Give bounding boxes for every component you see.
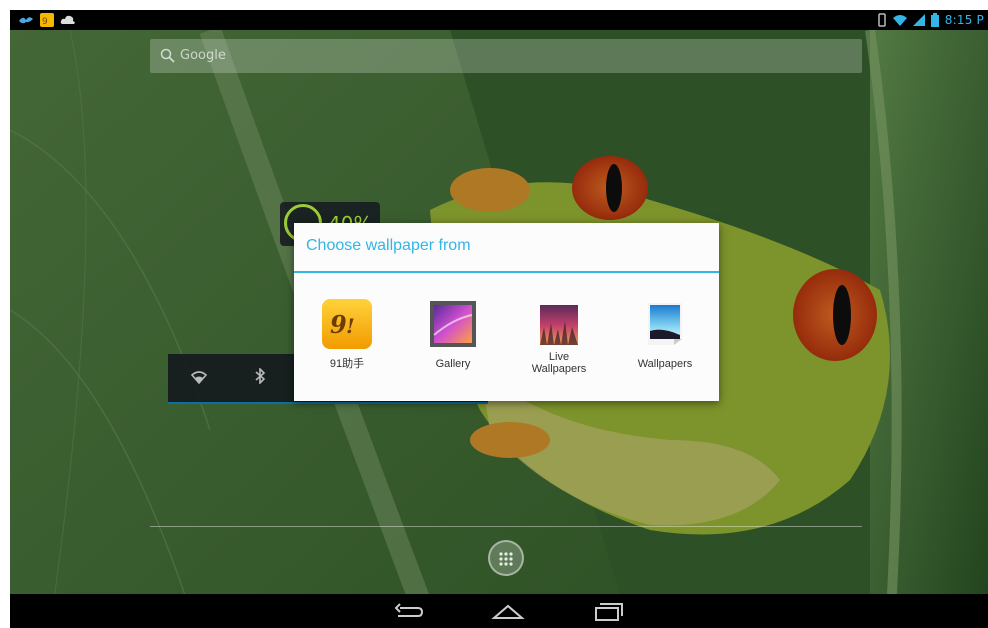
back-button[interactable] <box>388 600 428 624</box>
option-label-line1: Live <box>548 351 570 363</box>
status-bar: 9 8:15 P <box>10 10 988 30</box>
svg-text:9: 9 <box>42 17 48 27</box>
svg-text:!: ! <box>346 314 355 338</box>
all-apps-icon <box>499 552 513 566</box>
notification-icons: 9 <box>18 13 76 27</box>
back-icon <box>394 603 424 617</box>
svg-text:9: 9 <box>330 310 347 339</box>
home-button[interactable] <box>488 600 528 624</box>
navigation-bar <box>10 594 988 628</box>
option-label: Wallpapers <box>637 358 693 370</box>
system-icons: 8:15 P <box>877 13 984 27</box>
search-icon <box>160 48 175 63</box>
bird-app-icon <box>19 17 33 24</box>
option-gallery[interactable]: Gallery <box>400 293 506 393</box>
recent-apps-button[interactable] <box>588 600 628 624</box>
vibrate-icon <box>878 13 886 27</box>
91-assistant-icon: 9 ! <box>322 299 372 349</box>
android-home-screen: 9 8:15 P Google 40% <box>10 10 988 628</box>
option-label-line2: Wallpapers <box>531 363 587 375</box>
google-search-bar[interactable]: Google <box>150 39 862 73</box>
wallpapers-icon <box>648 303 682 345</box>
all-apps-button[interactable] <box>488 540 524 576</box>
battery-icon <box>930 13 939 27</box>
dialog-title: Choose wallpaper from <box>306 237 471 254</box>
clock: 8:15 P <box>944 13 984 27</box>
home-icon <box>491 604 525 619</box>
option-label: Gallery <box>435 358 471 370</box>
wallpaper-source-options: 9 ! 91助手 Gallery Live Wallpapers Wallpap… <box>294 293 719 393</box>
choose-wallpaper-dialog: Choose wallpaper from 9 ! 91助手 Gallery L… <box>294 223 719 401</box>
option-wallpapers[interactable]: Wallpapers <box>612 293 718 393</box>
gallery-icon <box>430 301 476 347</box>
signal-icon <box>912 14 925 26</box>
wifi-icon <box>892 15 907 26</box>
option-91-assistant[interactable]: 9 ! 91助手 <box>294 293 400 393</box>
recent-apps-icon <box>595 603 623 621</box>
bluetooth-icon[interactable] <box>254 368 266 384</box>
hotseat-divider <box>150 526 862 527</box>
wifi-icon[interactable] <box>190 368 208 384</box>
google-label: Google <box>180 48 226 63</box>
dialog-divider <box>294 271 719 273</box>
91-app-icon: 9 <box>40 13 54 27</box>
option-live-wallpapers[interactable]: Live Wallpapers <box>506 293 612 393</box>
live-wallpapers-icon <box>540 305 578 345</box>
cloud-icon <box>60 15 75 24</box>
option-label: 91助手 <box>329 358 365 370</box>
